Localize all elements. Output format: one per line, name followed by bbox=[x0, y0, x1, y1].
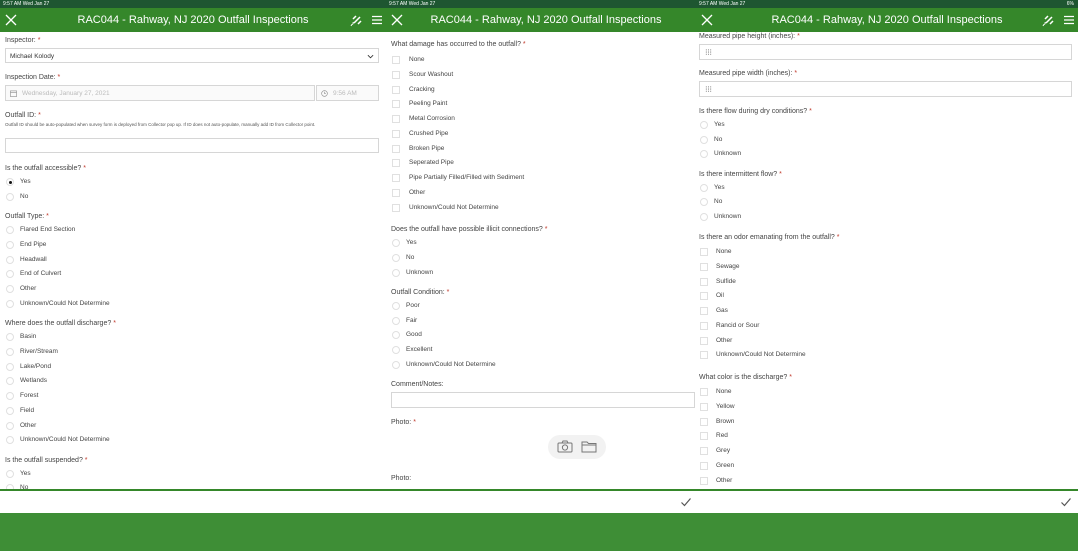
app-title: RAC044 - Rahway, NJ 2020 Outfall Inspect… bbox=[771, 14, 1003, 26]
footer-bar bbox=[386, 489, 696, 513]
dry-flow-question: Is there flow during dry conditions? * bbox=[699, 108, 812, 115]
form-panel-3: 9:57 AM Wed Jan 27 6% RAC044 - Rahway, N… bbox=[696, 0, 1078, 551]
status-time: 9:57 AM Wed Jan 27 bbox=[3, 1, 50, 7]
form-content: What damage has occurred to the outfall?… bbox=[386, 32, 696, 489]
status-time: 9:57 AM Wed Jan 27 bbox=[389, 1, 436, 7]
calendar-icon bbox=[10, 90, 17, 97]
status-bar: 9:57 AM Wed Jan 27 6% bbox=[696, 0, 1078, 8]
width-input[interactable] bbox=[699, 81, 1072, 97]
outfall-id-input[interactable] bbox=[5, 138, 379, 153]
app-bar: RAC044 - Rahway, NJ 2020 Outfall Inspect… bbox=[386, 8, 696, 32]
battery-level: 6% bbox=[1066, 1, 1074, 7]
menu-icon[interactable] bbox=[1063, 14, 1075, 26]
height-question: Measured pipe height (inches): * bbox=[699, 33, 800, 40]
keypad-icon[interactable] bbox=[705, 49, 712, 56]
camera-icon[interactable] bbox=[557, 440, 573, 453]
suspended-question: Is the outfall suspended? * bbox=[5, 457, 88, 464]
footer-bar bbox=[0, 489, 386, 513]
bottom-bar bbox=[696, 513, 1078, 551]
status-bar: 9:57 AM Wed Jan 27 bbox=[386, 0, 696, 8]
outfall-id-question: Outfall ID: * bbox=[5, 112, 41, 119]
width-question: Measured pipe width (inches): * bbox=[699, 70, 798, 77]
folder-icon[interactable] bbox=[581, 440, 597, 453]
time-field[interactable]: 9:56 AM bbox=[316, 85, 379, 101]
app-title: RAC044 - Rahway, NJ 2020 Outfall Inspect… bbox=[430, 14, 662, 26]
condition-question: Outfall Condition: * bbox=[391, 289, 450, 296]
outfall-id-hint: Outfall ID should be auto-populated when… bbox=[5, 122, 316, 127]
form-content: Inspector: * Michael Kolody Inspection D… bbox=[0, 32, 386, 489]
height-input[interactable] bbox=[699, 44, 1072, 60]
clock-icon bbox=[321, 90, 328, 97]
inspector-value: Michael Kolody bbox=[10, 53, 55, 60]
form-panel-2: 9:57 AM Wed Jan 27 RAC044 - Rahway, NJ 2… bbox=[386, 0, 696, 551]
date-field[interactable]: Wednesday, January 27, 2021 bbox=[5, 85, 315, 101]
menu-icon[interactable] bbox=[371, 14, 383, 26]
intermittent-question: Is there intermittent flow? * bbox=[699, 171, 782, 178]
app-title: RAC044 - Rahway, NJ 2020 Outfall Inspect… bbox=[77, 14, 309, 26]
outfall-type-question: Outfall Type: * bbox=[5, 213, 49, 220]
accessible-question: Is the outfall accessible? * bbox=[5, 165, 86, 172]
time-value: 9:56 AM bbox=[333, 90, 357, 97]
inspector-question: Inspector: * bbox=[5, 37, 41, 44]
app-bar: RAC044 - Rahway, NJ 2020 Outfall Inspect… bbox=[696, 8, 1078, 32]
bottom-bar bbox=[0, 513, 386, 551]
satellite-icon[interactable] bbox=[350, 13, 364, 27]
app-bar: RAC044 - Rahway, NJ 2020 Outfall Inspect… bbox=[0, 8, 386, 32]
satellite-icon[interactable] bbox=[1042, 13, 1056, 27]
status-bar: 9:57 AM Wed Jan 27 bbox=[0, 0, 386, 8]
photo-question: Photo: * bbox=[391, 419, 416, 426]
form-panel-1: 9:57 AM Wed Jan 27 RAC044 - Rahway, NJ 2… bbox=[0, 0, 386, 551]
photo-question-2: Photo: bbox=[391, 475, 412, 482]
bottom-bar bbox=[386, 513, 696, 551]
chevron-down-icon bbox=[367, 54, 374, 59]
status-time: 9:57 AM Wed Jan 27 bbox=[699, 1, 746, 7]
form-content: Measured pipe height (inches): * Measure… bbox=[696, 32, 1078, 489]
keypad-icon[interactable] bbox=[705, 86, 712, 93]
date-value: Wednesday, January 27, 2021 bbox=[22, 90, 110, 97]
discharge-question: Where does the outfall discharge? * bbox=[5, 320, 116, 327]
comment-input[interactable] bbox=[391, 392, 695, 408]
odor-question: Is there an odor emanating from the outf… bbox=[699, 234, 840, 241]
comment-question: Comment/Notes: bbox=[391, 381, 444, 388]
damage-question: What damage has occurred to the outfall?… bbox=[391, 41, 526, 48]
illicit-question: Does the outfall have possible illicit c… bbox=[391, 226, 548, 233]
color-question: What color is the discharge? * bbox=[699, 374, 793, 381]
checkmark-icon[interactable] bbox=[1060, 496, 1072, 508]
photo-buttons bbox=[548, 435, 606, 459]
footer-bar bbox=[696, 489, 1078, 513]
inspector-select[interactable]: Michael Kolody bbox=[5, 48, 379, 63]
checkmark-icon[interactable] bbox=[680, 496, 692, 508]
inspection-date-question: Inspection Date: * bbox=[5, 74, 61, 81]
